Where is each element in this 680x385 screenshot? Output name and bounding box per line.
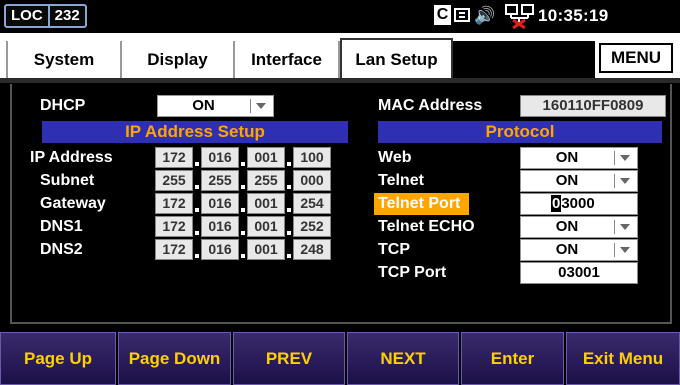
dns1-octet-4[interactable]: 252 [293, 216, 331, 237]
tab-bar: System Display Interface Lan Setup MENU [0, 33, 680, 83]
text-cursor: 0 [551, 195, 562, 212]
telnet-port-input[interactable]: 03000 [520, 193, 638, 215]
ip-address-label: IP Address [30, 149, 113, 166]
remote-status-indicator: LOC 232 [4, 4, 87, 28]
clock: 10:35:19 [538, 6, 609, 25]
octet-dot [241, 162, 245, 166]
octet-dot [195, 162, 199, 166]
page-down-button[interactable]: Page Down [118, 332, 231, 385]
octet-dot [287, 208, 291, 212]
octet-dot [241, 185, 245, 189]
softkey-bar: Page Up Page Down PREV NEXT Enter Exit M… [0, 330, 680, 385]
octet-dot [287, 185, 291, 189]
lan-setup-panel: DHCP ON IP Address Setup IP Address 172 … [10, 84, 672, 324]
gateway-octet-4[interactable]: 254 [293, 193, 331, 214]
subnet-label: Subnet [40, 172, 95, 189]
next-button[interactable]: NEXT [347, 332, 459, 385]
octet-dot [195, 185, 199, 189]
tab-interface[interactable]: Interface [235, 41, 340, 78]
tcp-value: ON [555, 241, 579, 258]
dns2-octet-2[interactable]: 016 [201, 239, 239, 260]
tcp-label: TCP [378, 241, 410, 258]
dhcp-dropdown[interactable]: ON [157, 95, 274, 117]
dns2-octet-3[interactable]: 001 [247, 239, 285, 260]
web-dropdown[interactable]: ON [520, 147, 638, 169]
subnet-octet-2[interactable]: 255 [201, 170, 239, 191]
telnet-dropdown[interactable]: ON [520, 170, 638, 192]
subnet-octet-4[interactable]: 000 [293, 170, 331, 191]
telnet-port-label[interactable]: Telnet Port [378, 194, 460, 214]
menu-button[interactable]: MENU [599, 43, 673, 73]
dhcp-label: DHCP [40, 97, 86, 114]
web-label: Web [378, 149, 412, 166]
gateway-label: Gateway [40, 195, 106, 212]
tab-bar-spacer [453, 41, 595, 78]
octet-dot [241, 208, 245, 212]
ip-octet-3[interactable]: 001 [247, 147, 285, 168]
telnet-echo-value: ON [555, 218, 579, 235]
chevron-down-icon [614, 151, 635, 165]
mac-address-label: MAC Address [378, 97, 483, 114]
dns2-octet-1[interactable]: 172 [155, 239, 193, 260]
telnet-echo-dropdown[interactable]: ON [520, 216, 638, 238]
dns1-octet-1[interactable]: 172 [155, 216, 193, 237]
octet-dot [241, 254, 245, 258]
gateway-octet-3[interactable]: 001 [247, 193, 285, 214]
dns2-octet-4[interactable]: 248 [293, 239, 331, 260]
chevron-down-icon [614, 220, 635, 234]
subnet-octet-3[interactable]: 255 [247, 170, 285, 191]
octet-dot [241, 231, 245, 235]
telnet-port-value-cursor: 03000 [551, 194, 595, 214]
address-label: 232 [54, 7, 80, 24]
network-disconnected-icon [505, 4, 534, 29]
ip-octet-1[interactable]: 172 [155, 147, 193, 168]
status-bar: LOC 232 C 🔊 10:35:19 [0, 0, 680, 33]
tab-system[interactable]: System [6, 41, 122, 78]
prev-button[interactable]: PREV [233, 332, 345, 385]
telnet-label: Telnet [378, 172, 424, 189]
tcp-dropdown[interactable]: ON [520, 239, 638, 261]
mac-address-value: 160110FF0809 [520, 95, 666, 117]
subnet-octet-1[interactable]: 255 [155, 170, 193, 191]
c-indicator: C [434, 5, 451, 25]
octet-dot [195, 208, 199, 212]
octet-dot [195, 231, 199, 235]
web-value: ON [555, 149, 579, 166]
dns1-octet-3[interactable]: 001 [247, 216, 285, 237]
telnet-value: ON [555, 172, 579, 189]
ip-address-setup-header: IP Address Setup [42, 121, 348, 143]
tab-display[interactable]: Display [122, 41, 235, 78]
exit-menu-button[interactable]: Exit Menu [566, 332, 680, 385]
tab-bar-divider [0, 78, 680, 83]
protocol-header: Protocol [378, 121, 662, 143]
dns2-label: DNS2 [40, 241, 83, 258]
keyboard-icon [454, 8, 470, 22]
octet-dot [287, 254, 291, 258]
dns1-label: DNS1 [40, 218, 83, 235]
mode-label: LOC [11, 7, 43, 24]
dns1-octet-2[interactable]: 016 [201, 216, 239, 237]
octet-dot [287, 162, 291, 166]
ip-octet-4[interactable]: 100 [293, 147, 331, 168]
page-up-button[interactable]: Page Up [0, 332, 116, 385]
tab-lan-setup[interactable]: Lan Setup [340, 38, 453, 80]
telnet-echo-label: Telnet ECHO [378, 218, 475, 235]
gateway-octet-2[interactable]: 016 [201, 193, 239, 214]
telnet-port-value: 3000 [561, 195, 595, 212]
chevron-down-icon [614, 174, 635, 188]
octet-dot [287, 231, 291, 235]
chevron-down-icon [614, 243, 635, 257]
speaker-icon: 🔊 [474, 6, 496, 25]
dhcp-value: ON [192, 97, 215, 114]
tcp-port-input[interactable]: 03001 [520, 262, 638, 284]
octet-dot [195, 254, 199, 258]
tcp-port-label: TCP Port [378, 264, 447, 281]
gateway-octet-1[interactable]: 172 [155, 193, 193, 214]
enter-button[interactable]: Enter [461, 332, 564, 385]
chevron-down-icon [250, 99, 271, 113]
ip-octet-2[interactable]: 016 [201, 147, 239, 168]
